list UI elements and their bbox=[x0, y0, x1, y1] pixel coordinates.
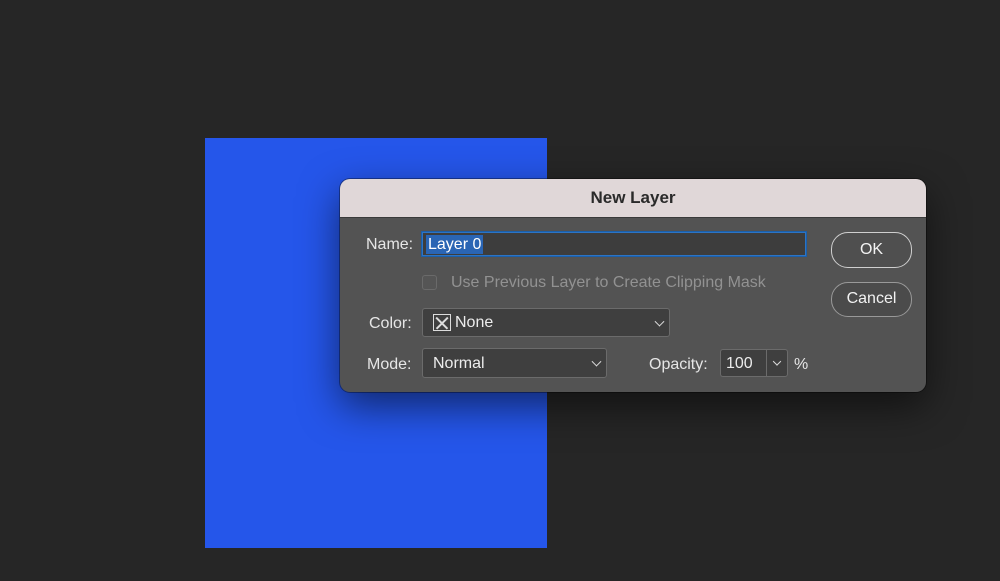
color-value: None bbox=[455, 314, 494, 331]
opacity-label: Opacity: bbox=[649, 356, 708, 373]
clipping-mask-label: Use Previous Layer to Create Clipping Ma… bbox=[451, 274, 766, 291]
chevron-down-icon bbox=[654, 316, 665, 327]
chevron-down-icon bbox=[591, 356, 602, 367]
cancel-button[interactable]: Cancel bbox=[831, 282, 912, 317]
chevron-down-icon bbox=[772, 357, 782, 366]
name-label: Name: bbox=[366, 236, 414, 253]
ok-button[interactable]: OK bbox=[831, 232, 912, 268]
layer-name-input[interactable]: Layer 0 bbox=[422, 232, 806, 256]
opacity-value: 100 bbox=[726, 355, 753, 372]
mode-select[interactable]: Normal bbox=[422, 348, 607, 378]
dialog-titlebar[interactable]: New Layer bbox=[340, 179, 926, 218]
none-swatch-icon bbox=[433, 314, 451, 331]
opacity-dropdown-button[interactable] bbox=[766, 349, 788, 377]
color-select[interactable]: None bbox=[422, 308, 670, 337]
mode-value: Normal bbox=[433, 355, 485, 372]
mode-label: Mode: bbox=[367, 356, 412, 373]
color-label: Color: bbox=[369, 315, 412, 332]
opacity-input[interactable]: 100 bbox=[720, 349, 766, 377]
layer-name-value: Layer 0 bbox=[426, 235, 484, 254]
new-layer-dialog: New Layer Name: Layer 0 Use Previous Lay… bbox=[340, 179, 926, 392]
opacity-unit: % bbox=[794, 356, 809, 373]
dialog-title: New Layer bbox=[590, 188, 676, 207]
clipping-mask-checkbox[interactable] bbox=[422, 275, 437, 290]
